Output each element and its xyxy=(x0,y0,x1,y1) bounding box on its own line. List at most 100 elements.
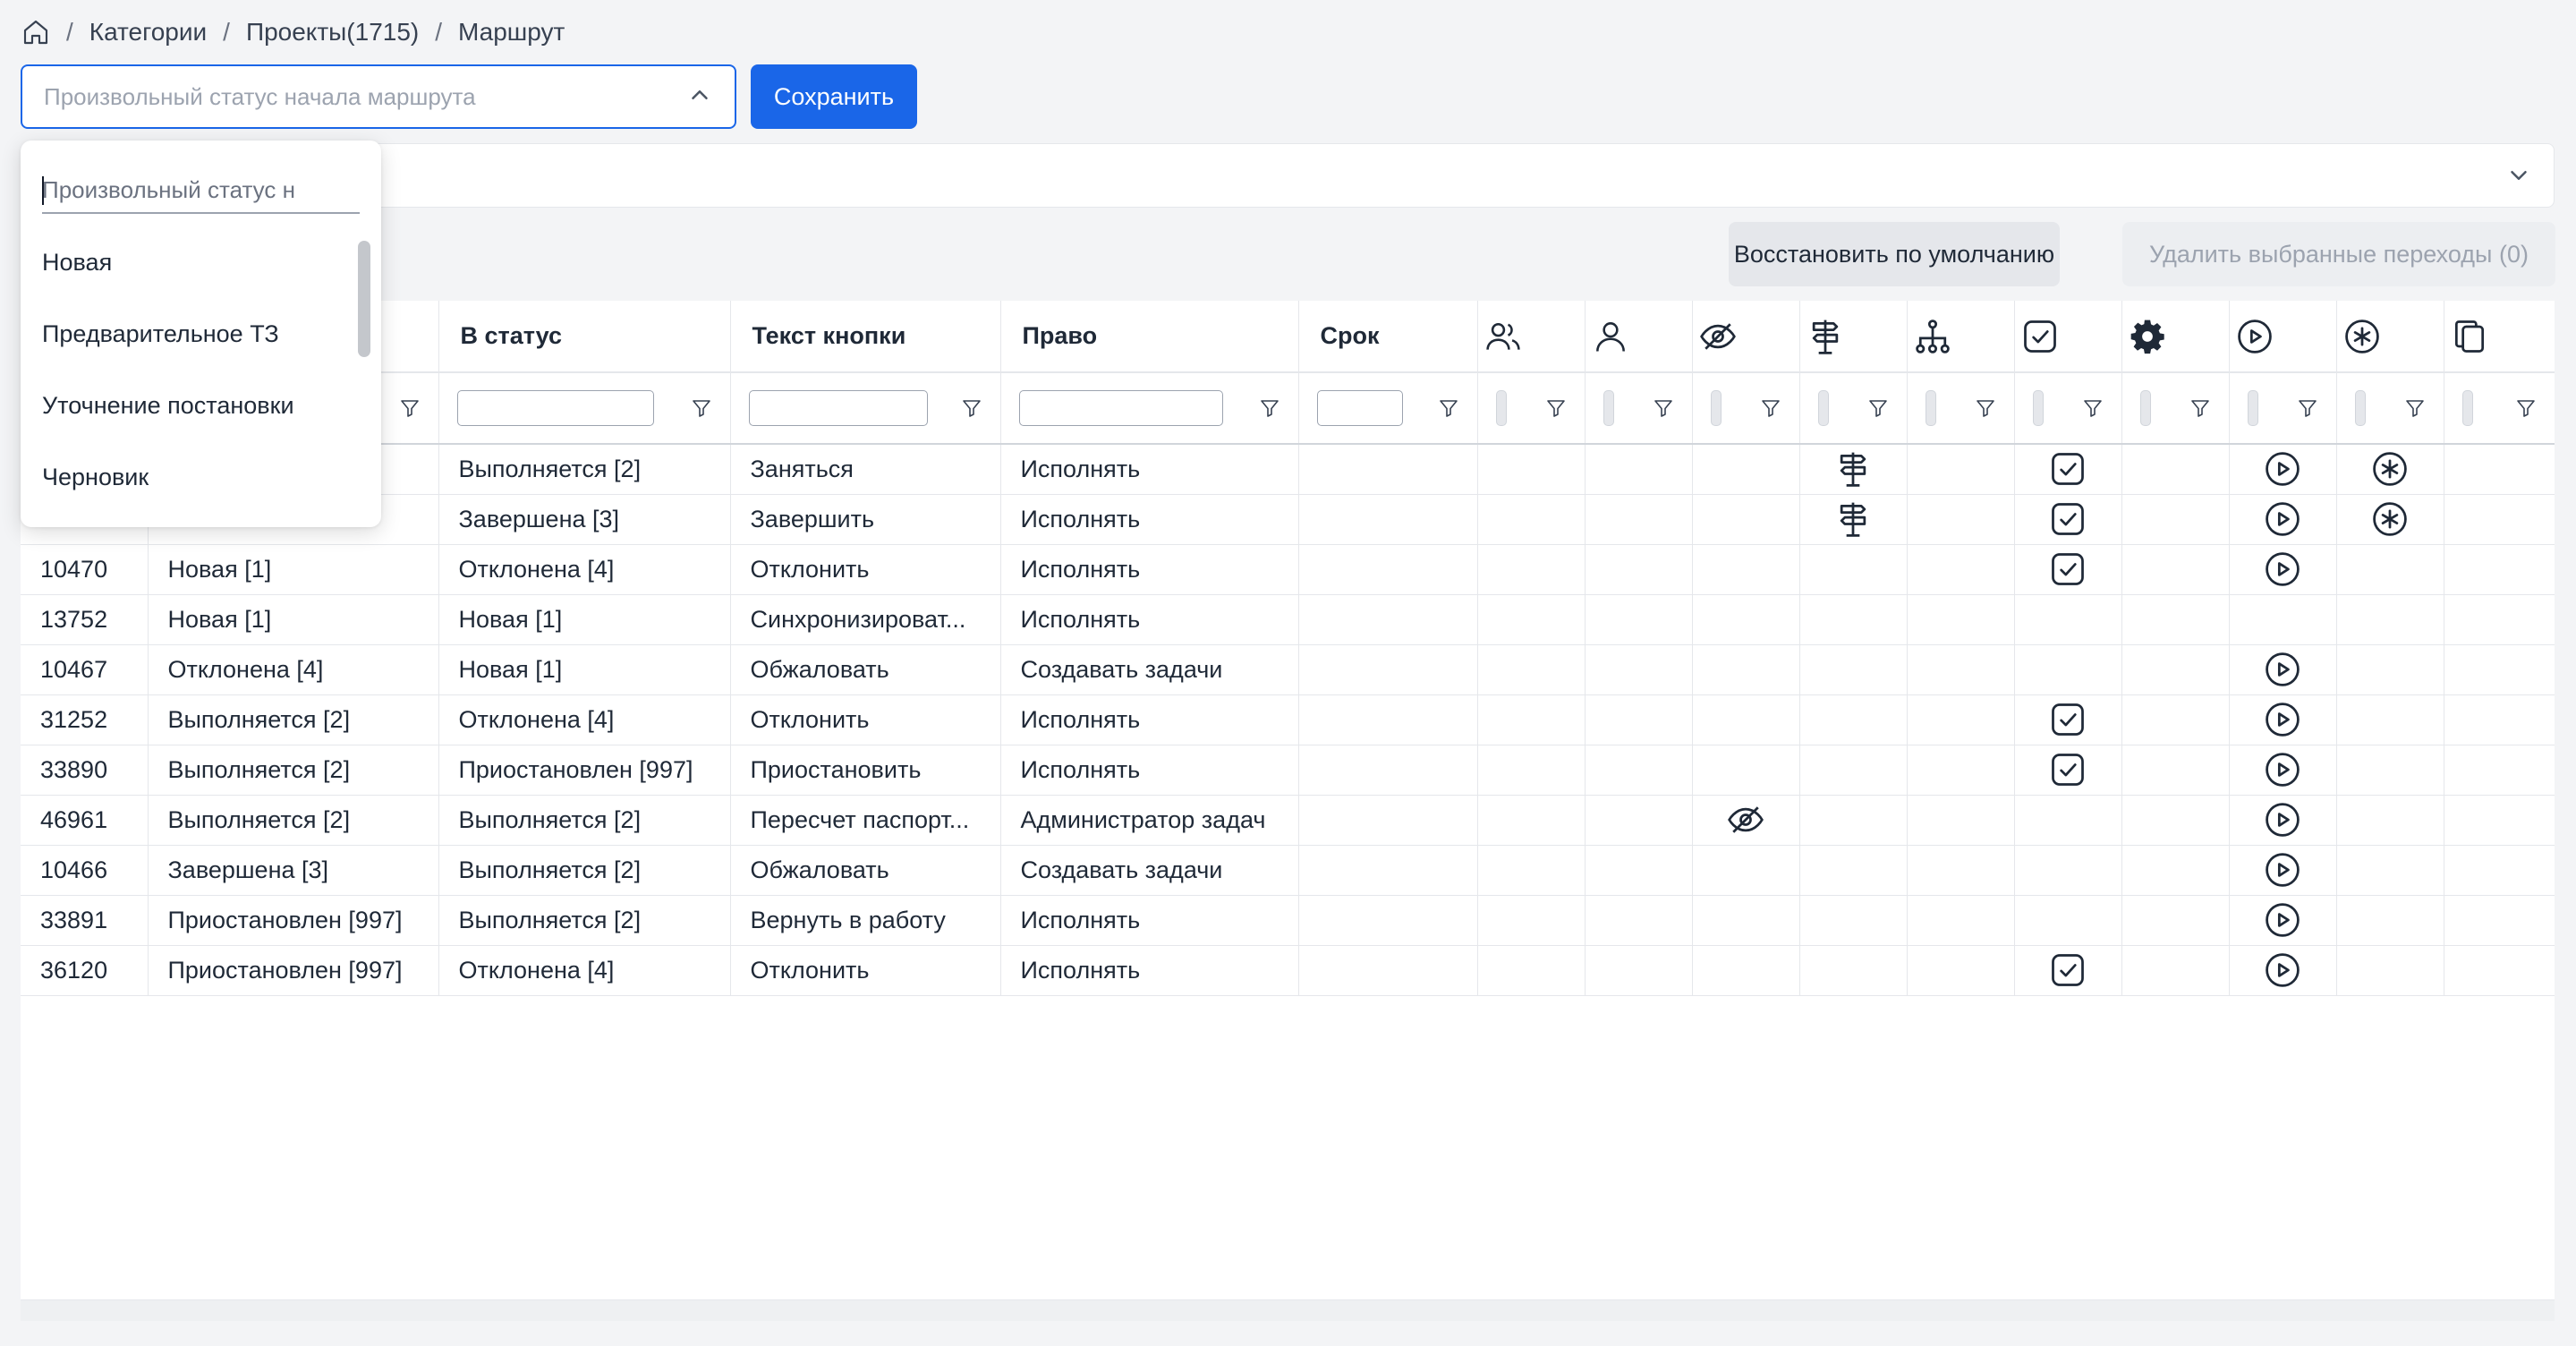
table-row[interactable]: 31252 Выполняется [2] Отклонена [4] Отклони… xyxy=(21,694,2555,745)
route-table: В статус Текст кнопки Право Срок Выполня… xyxy=(21,301,2555,1299)
collapsible-panel[interactable] xyxy=(21,143,2555,208)
filter-input[interactable] xyxy=(1495,390,1507,426)
table-row[interactable]: 36120 Приостановлен [997] Отклонена [4] Отк… xyxy=(21,945,2555,996)
cell-flag xyxy=(2336,544,2444,595)
filter-icon[interactable] xyxy=(961,397,982,419)
filter-input[interactable] xyxy=(1018,390,1223,426)
table-row[interactable]: Завершена [3] Завершить Исполнять xyxy=(21,494,2555,545)
column-header-signpost[interactable] xyxy=(1799,301,1908,373)
filter-input[interactable] xyxy=(2139,390,2151,426)
filter-icon[interactable] xyxy=(2297,397,2318,419)
column-header-to-status[interactable]: В статус xyxy=(438,301,731,373)
filter-icon[interactable] xyxy=(691,397,712,419)
filter-input[interactable] xyxy=(1817,390,1829,426)
cell-from: Приостановлен [997] xyxy=(148,945,439,996)
filter-icon[interactable] xyxy=(2189,397,2211,419)
cell-flag xyxy=(2229,694,2337,745)
filter-input[interactable] xyxy=(748,390,928,426)
cell-flag xyxy=(1477,594,1586,645)
cell-term xyxy=(1298,594,1478,645)
cell-flag xyxy=(1907,895,2015,946)
cell-flag xyxy=(2014,494,2122,545)
start-status-select[interactable]: Произвольный статус начала маршрута xyxy=(21,64,736,129)
breadcrumb-projects[interactable]: Проекты(1715) xyxy=(246,18,419,47)
restore-defaults-button[interactable]: Восстановить по умолчанию xyxy=(1729,222,2060,286)
cell-flag xyxy=(1585,694,1693,745)
breadcrumb-categories[interactable]: Категории xyxy=(89,18,207,47)
filter-icon[interactable] xyxy=(1259,397,1280,419)
cell-flag xyxy=(2014,895,2122,946)
filter-input[interactable] xyxy=(1710,390,1722,426)
cell-to: Отклонена [4] xyxy=(438,945,731,996)
table-row[interactable]: 46961 Выполняется [2] Выполняется [2] Перес… xyxy=(21,795,2555,846)
column-header-hierarchy[interactable] xyxy=(1907,301,2015,373)
column-header-play[interactable] xyxy=(2229,301,2337,373)
cell-button: Вернуть в работу xyxy=(730,895,1001,946)
cell-flag xyxy=(1692,795,1800,846)
dropdown-search-input[interactable] xyxy=(42,167,360,214)
filter-icon[interactable] xyxy=(2082,397,2104,419)
cell-flag xyxy=(2444,644,2555,695)
column-header-user[interactable] xyxy=(1585,301,1693,373)
filter-input[interactable] xyxy=(1316,390,1403,426)
horizontal-scrollbar[interactable] xyxy=(21,1299,2555,1321)
column-header-users[interactable] xyxy=(1477,301,1586,373)
dropdown-option[interactable]: Новая xyxy=(21,226,352,298)
column-header-copy[interactable] xyxy=(2444,301,2555,373)
cell-flag xyxy=(2336,494,2444,545)
table-row[interactable]: Выполняется [2] Заняться Исполнять xyxy=(21,444,2555,495)
table-row[interactable]: 33891 Приостановлен [997] Выполняется [2] В… xyxy=(21,895,2555,946)
dropdown-option[interactable]: Черновик xyxy=(21,441,352,513)
filter-icon[interactable] xyxy=(1975,397,1996,419)
column-filter xyxy=(1000,372,1299,445)
cell-flag xyxy=(1477,945,1586,996)
column-header-button-text[interactable]: Текст кнопки xyxy=(730,301,1001,373)
column-header-hidden[interactable] xyxy=(1692,301,1800,373)
column-header-check[interactable] xyxy=(2014,301,2122,373)
cell-term xyxy=(1298,845,1478,896)
filter-icon[interactable] xyxy=(1653,397,1674,419)
column-header-right[interactable]: Право xyxy=(1000,301,1299,373)
filter-icon[interactable] xyxy=(1867,397,1889,419)
breadcrumb-separator: / xyxy=(223,18,230,46)
filter-icon[interactable] xyxy=(1545,397,1567,419)
filter-icon[interactable] xyxy=(1760,397,1781,419)
breadcrumb-separator: / xyxy=(66,18,73,46)
dropdown-scrollbar[interactable] xyxy=(358,241,370,357)
cell-flag xyxy=(2336,694,2444,745)
cell-flag xyxy=(2444,945,2555,996)
filter-icon[interactable] xyxy=(2515,397,2537,419)
save-button[interactable]: Сохранить xyxy=(751,64,917,129)
dropdown-option[interactable]: Предварительное ТЗ xyxy=(21,298,352,370)
column-header-term[interactable]: Срок xyxy=(1298,301,1478,373)
filter-input[interactable] xyxy=(1925,390,1936,426)
table-row[interactable]: 10470 Новая [1] Отклонена [4] Отклонить Испо… xyxy=(21,544,2555,595)
cell-flag xyxy=(2014,845,2122,896)
table-row[interactable]: 33890 Выполняется [2] Приостановлен [997] П… xyxy=(21,745,2555,796)
filter-input[interactable] xyxy=(456,390,654,426)
dropdown-option[interactable]: Уточнение постановки xyxy=(21,370,352,441)
column-header-settings[interactable] xyxy=(2121,301,2230,373)
filter-icon[interactable] xyxy=(399,397,421,419)
column-header-required[interactable] xyxy=(2336,301,2444,373)
table-row[interactable]: 10466 Завершена [3] Выполняется [2] Обжалов… xyxy=(21,845,2555,896)
filter-icon[interactable] xyxy=(1438,397,1459,419)
cell-flag xyxy=(2336,945,2444,996)
user-icon xyxy=(1586,317,1692,356)
cell-id: 33890 xyxy=(21,745,149,796)
cell-flag xyxy=(1799,795,1908,846)
cell-to: Выполняется [2] xyxy=(438,795,731,846)
filter-input[interactable] xyxy=(2247,390,2258,426)
column-filter xyxy=(1799,372,1908,445)
filter-input[interactable] xyxy=(2032,390,2044,426)
filter-input[interactable] xyxy=(1603,390,1614,426)
cell-flag xyxy=(2229,494,2337,545)
home-icon[interactable] xyxy=(21,18,50,47)
filter-icon[interactable] xyxy=(2404,397,2426,419)
table-row[interactable]: 13752 Новая [1] Новая [1] Синхронизироват..… xyxy=(21,594,2555,645)
filter-input[interactable] xyxy=(2461,390,2473,426)
delete-selected-button[interactable]: Удалить выбранные переходы (0) xyxy=(2122,222,2555,286)
filter-input[interactable] xyxy=(2354,390,2366,426)
table-row[interactable]: 10467 Отклонена [4] Новая [1] Обжаловать Соз… xyxy=(21,644,2555,695)
cell-from: Выполняется [2] xyxy=(148,795,439,846)
